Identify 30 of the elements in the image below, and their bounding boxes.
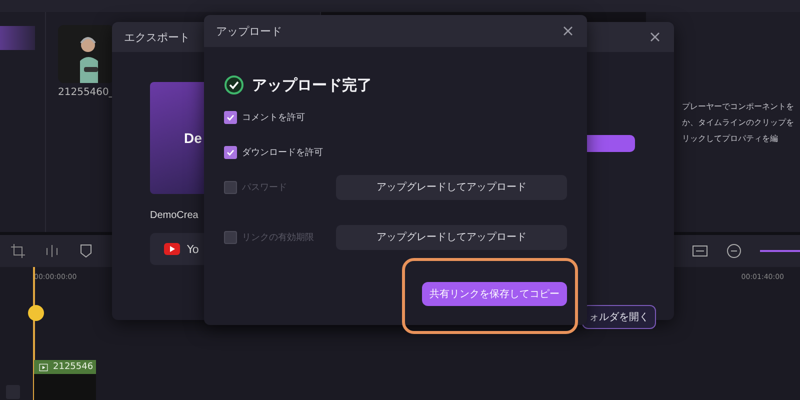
open-folder-button[interactable]: ォルダを開く [582, 305, 656, 329]
play-logo-icon [164, 243, 180, 255]
project-name: DemoCrea [150, 210, 200, 221]
clip-name: 21255460_ [58, 87, 114, 98]
option-checkbox[interactable]: コメントを許可 [224, 111, 336, 124]
zoom-out-icon[interactable] [726, 243, 742, 259]
dialog-title: エクスポート [124, 30, 190, 44]
shield-icon[interactable] [78, 243, 94, 259]
check-circle-icon [224, 75, 244, 95]
close-icon [648, 30, 662, 44]
upload-status: アップロード完了 [252, 76, 372, 94]
option-checkbox[interactable]: ダウンロードを許可 [224, 146, 336, 159]
video-clip[interactable]: 2125546 [34, 360, 96, 400]
fit-icon[interactable] [692, 243, 708, 259]
share-link-button[interactable]: 共有リンクを保存してコピー [422, 282, 567, 306]
marker-icon[interactable] [28, 305, 44, 321]
crop-icon[interactable] [10, 243, 26, 259]
hint-text: リックしてプロパティを編 [682, 133, 779, 145]
check-icon [226, 113, 235, 122]
close-icon [561, 24, 575, 38]
dialog-title: アップロード [216, 24, 282, 38]
close-button[interactable] [648, 30, 662, 44]
thumbnail-text: De [184, 130, 202, 146]
hint-text: か、タイムラインのクリップを [682, 117, 795, 129]
video-icon [39, 362, 48, 372]
clip-label: 2125546 [53, 362, 94, 372]
check-icon [226, 148, 235, 157]
close-button[interactable] [561, 24, 575, 38]
split-icon[interactable] [44, 243, 60, 259]
hint-text: プレーヤーでコンポーネントを [682, 101, 795, 113]
